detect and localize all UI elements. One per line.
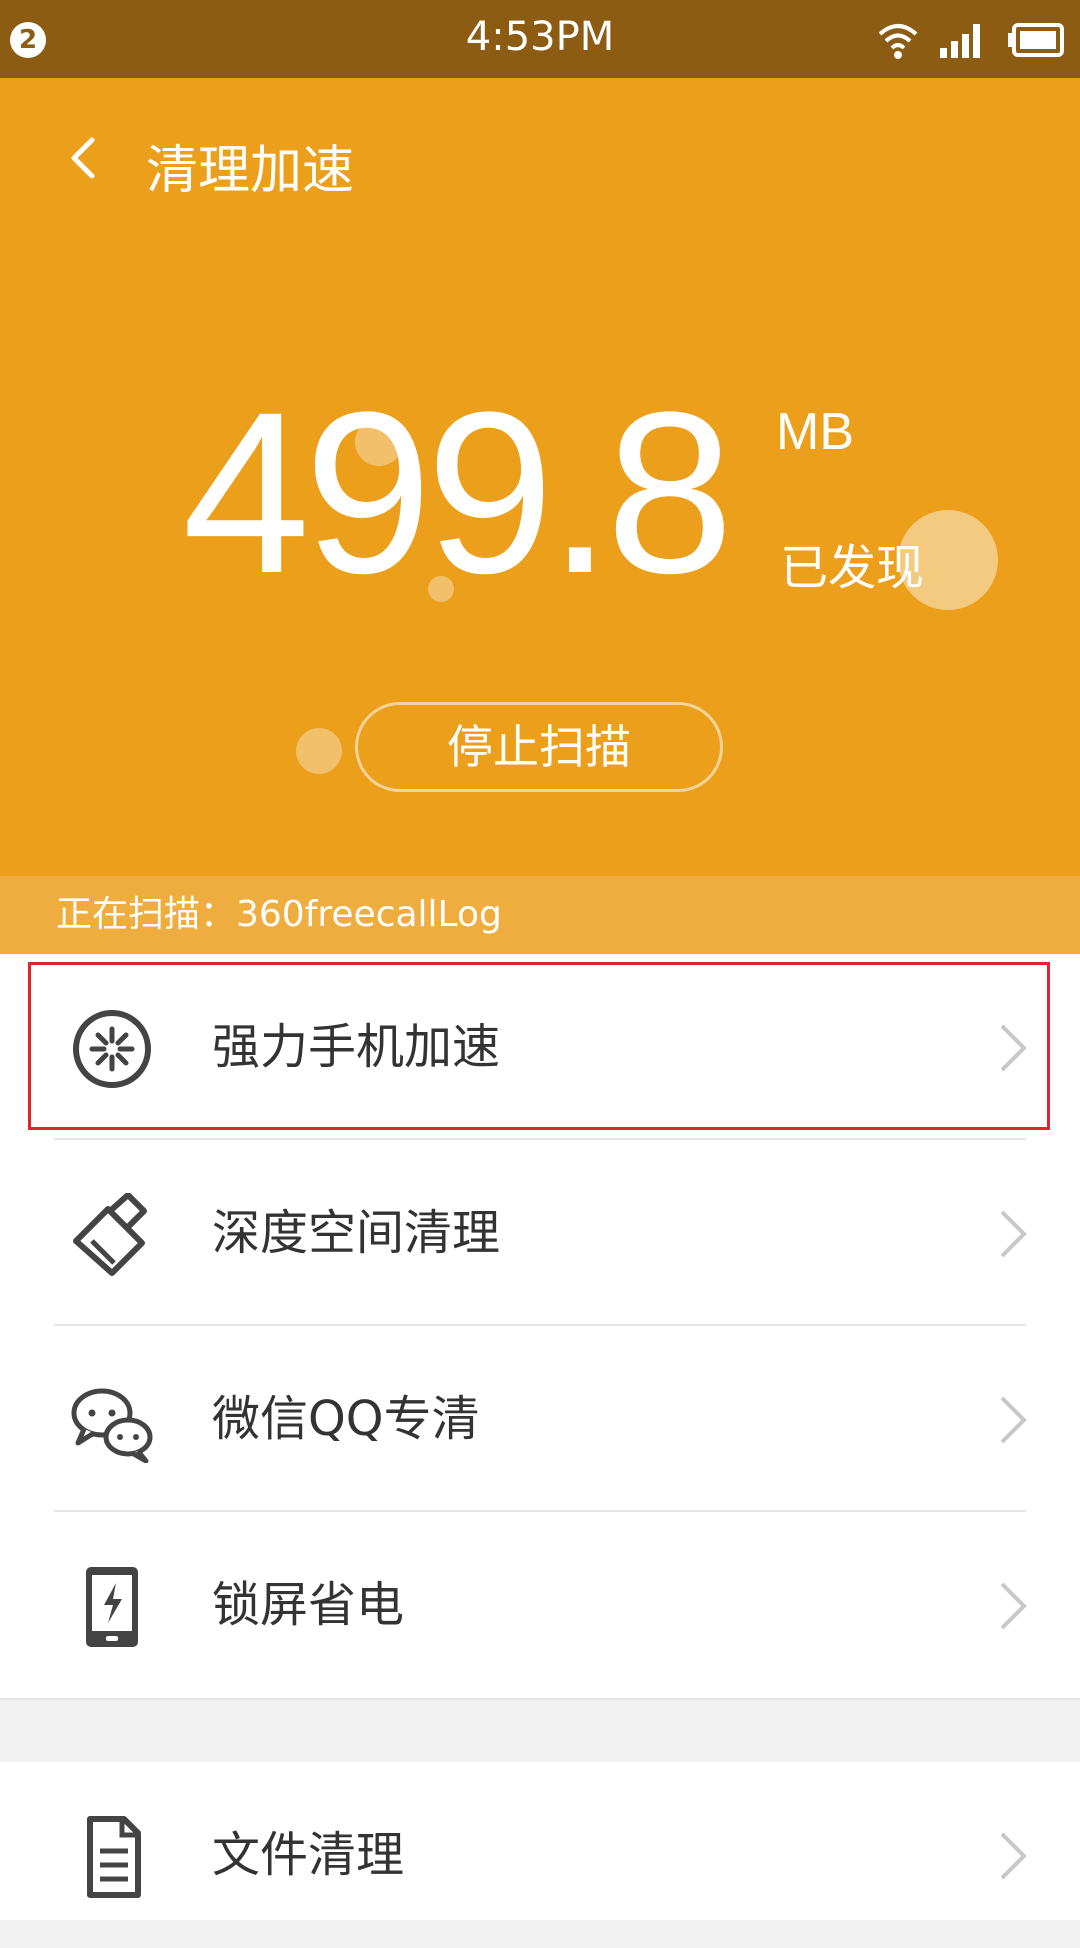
- wifi-icon: [878, 24, 918, 59]
- status-bar: 2 4:53PM: [0, 0, 1080, 78]
- lock-power-icon: [86, 1567, 138, 1647]
- chevron-right-icon: [1000, 1024, 1027, 1072]
- chevron-right-icon: [1000, 1832, 1027, 1880]
- scanning-status: 正在扫描：360freecallLog: [0, 876, 1080, 954]
- list-item-deep-clean[interactable]: 深度空间清理: [0, 1140, 1080, 1326]
- file-icon: [87, 1816, 141, 1898]
- stop-scan-button[interactable]: 停止扫描: [355, 702, 723, 792]
- chevron-right-icon: [1000, 1210, 1027, 1258]
- bubble-decoration: [296, 728, 342, 774]
- broom-icon: [73, 1193, 147, 1276]
- feature-list-secondary: 文件清理: [0, 1762, 1080, 1920]
- boost-icon: [73, 1010, 151, 1088]
- chevron-right-icon: [1000, 1396, 1027, 1444]
- list-item-file-clean[interactable]: 文件清理: [0, 1762, 1080, 1948]
- highlight-box: [28, 962, 1050, 1130]
- back-arrow-icon: [71, 137, 95, 179]
- status-icons: [876, 18, 1066, 62]
- list-item-lock-power[interactable]: 锁屏省电: [0, 1512, 1080, 1698]
- list-item-boost[interactable]: 强力手机加速: [0, 954, 1080, 1140]
- feature-list: 强力手机加速 深度空间清理 微信QQ专清 锁屏省电: [0, 954, 1080, 1698]
- chevron-right-icon: [1000, 1582, 1027, 1630]
- chat-icon: [71, 1388, 153, 1463]
- found-size-value: 499.8: [182, 364, 734, 621]
- list-item-label: 文件清理: [212, 1827, 405, 1883]
- scan-hero: 清理加速 499.8 MB 已发现 停止扫描: [0, 78, 1080, 876]
- back-button[interactable]: [60, 128, 110, 188]
- page-title: 清理加速: [146, 141, 355, 201]
- signal-icon: [940, 24, 980, 58]
- list-item-label: 微信QQ专清: [212, 1391, 480, 1447]
- list-item-label: 强力手机加速: [212, 1019, 501, 1075]
- list-item-label: 深度空间清理: [212, 1205, 501, 1261]
- list-item-wechat-qq[interactable]: 微信QQ专清: [0, 1326, 1080, 1512]
- found-size-unit: MB: [776, 403, 854, 461]
- battery-icon: [1008, 23, 1064, 57]
- found-label: 已发现: [780, 540, 925, 596]
- list-item-label: 锁屏省电: [212, 1577, 405, 1633]
- section-gap: [0, 1698, 1080, 1764]
